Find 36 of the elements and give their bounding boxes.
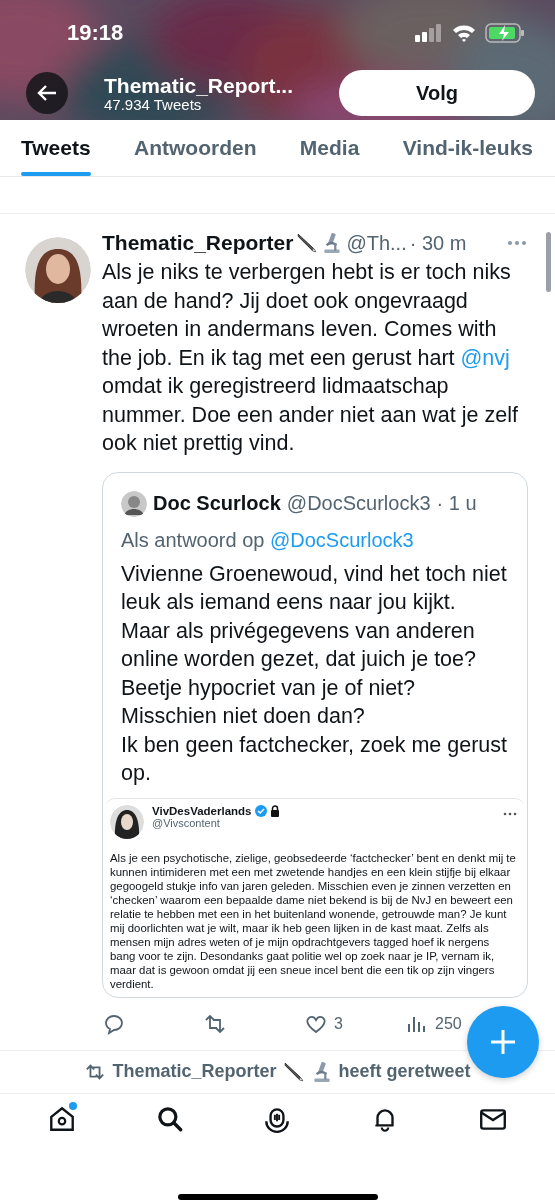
pen-icon xyxy=(296,232,319,254)
profile-tab[interactable]: Vind-ik-leuks xyxy=(402,120,533,176)
reply-context: Als antwoord op @DocScurlock3 xyxy=(120,527,415,552)
signal-icon xyxy=(415,24,443,42)
tweet-time: · 30 m xyxy=(409,231,467,255)
quoted-author: Doc Scurlock xyxy=(153,492,281,515)
quoted-text: Vivienne Groenewoud, vind het toch niet leuk als iemand eens naar jou kijkt. Maar als privégegevens van anderen online worden gezet, dat juich je toe? Beetje hypocriet van je of niet? Misschien niet doen dan? Ik ben geen factchecker, zoek me gerust op. xyxy=(120,560,509,787)
author-name: Thematic_Reporter xyxy=(102,231,294,255)
tweet-text: Als je niks te verbergen hebt is er toch niks aan de hand? Jij doet ook ongevraagd wroeten in andermans leven. Comes with the job. En ik tag met een gerust hart @nvj omdat ik geregistreerd lidmaatschap nummer. Doe een ander niet aan wat je zelf ook niet prettig vind. xyxy=(102,259,519,457)
scrollbar xyxy=(546,232,551,292)
screenshot-text: Als je een psychotische, zielige, geobsedeerde ‘factchecker’ bent en denkt mij te kunnen intimideren met een met zwetende handjes en een klein stijfje bij elkaar gegoogeld stukje info van jaren geleden. Misschien even je zinnen verzetten en ‘checken’ waarom een bepaalde dame niet bekend is bij de NvJ en beweert een relatie te hebben met een in het buitenland wonende, getrouwde man? Je kunt mij doorlichten wat je wilt, maar ik heb geen lijken in de kast maat. Zelfs als mensen mijn adres weten of je mijn opdrachtgevers tagged hoef ik nergens bang voor te zijn. Desondanks gaat politie wel op zoek naar je IP, vernam ik, maar dat is gewoon omdat jij een sneue incel bent die een tik op zijn vingers verdient. xyxy=(110,850,517,991)
battery-icon xyxy=(485,23,525,43)
wifi-icon xyxy=(452,24,476,42)
more-icon xyxy=(503,810,517,817)
profile-tab[interactable]: Antwoorden xyxy=(134,120,257,176)
pen-icon xyxy=(282,1060,305,1083)
clock-time: 19:18 xyxy=(67,20,124,46)
profile-title: Thematic_Report... xyxy=(104,73,295,97)
profile-tab[interactable]: Tweets xyxy=(21,120,91,176)
retweeter-name: Thematic_Reporter xyxy=(112,1061,277,1082)
tweet-count: 47.934 Tweets xyxy=(104,96,202,113)
profile-tab[interactable]: Media xyxy=(299,120,360,176)
screenshot-author: VivDesVaderlands xyxy=(152,804,252,817)
author-handle: @Th... xyxy=(346,231,407,255)
quoted-time: · 1 u xyxy=(436,492,477,515)
retweet-label: heeft geretweet xyxy=(338,1061,471,1082)
screenshot-handle: @Vivscontent xyxy=(152,816,221,829)
quoted-tweet[interactable] xyxy=(102,471,528,998)
views-button[interactable]: 250 xyxy=(405,1011,462,1036)
quoted-handle: @DocScurlock3 xyxy=(286,492,431,515)
more-icon[interactable] xyxy=(506,239,528,247)
retweet-icon xyxy=(84,1061,107,1082)
verified-icon xyxy=(254,804,267,817)
like-button[interactable]: 3 xyxy=(304,1011,405,1036)
follow-button[interactable]: Volg xyxy=(339,70,535,116)
lock-icon xyxy=(269,804,280,817)
